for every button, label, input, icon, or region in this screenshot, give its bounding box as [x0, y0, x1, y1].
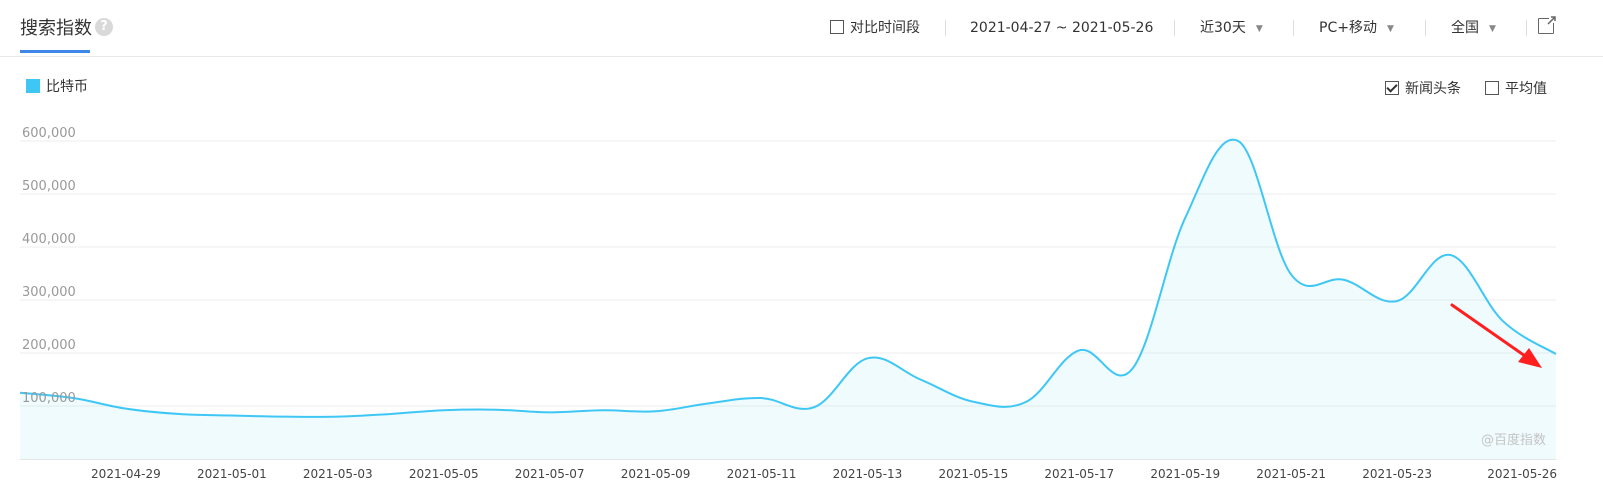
search-index-chart[interactable]: 100,000 200,000 300,000 400,000 500,000 600,0… — [0, 0, 1603, 499]
y-tick-label: 600,000 — [22, 126, 76, 141]
series-area — [20, 139, 1556, 459]
y-axis: 100,000 200,000 300,000 400,000 500,000 600,0… — [22, 126, 76, 406]
x-tick-label: 2021-05-11 — [727, 467, 797, 481]
x-tick-label: 2021-05-26 — [1487, 467, 1557, 481]
x-tick-label: 2021-05-19 — [1150, 467, 1220, 481]
x-tick-label: 2021-05-15 — [939, 467, 1009, 481]
y-tick-label: 100,000 — [22, 391, 76, 406]
x-tick-label: 2021-05-03 — [303, 467, 373, 481]
x-tick-label: 2021-05-21 — [1256, 467, 1326, 481]
x-tick-label: 2021-05-01 — [197, 467, 267, 481]
x-tick-label: 2021-05-07 — [515, 467, 585, 481]
x-tick-label: 2021-05-05 — [409, 467, 479, 481]
watermark: @百度指数 — [1481, 432, 1546, 448]
x-tick-label: 2021-05-09 — [621, 467, 691, 481]
y-tick-label: 200,000 — [22, 338, 76, 353]
x-tick-label: 2021-05-23 — [1362, 467, 1432, 481]
area-layer — [19, 138, 1557, 459]
x-tick-label: 2021-05-13 — [833, 467, 903, 481]
x-tick-label: 2021-04-29 — [91, 467, 161, 481]
y-tick-label: 400,000 — [22, 232, 76, 247]
x-axis: 2021-04-29 2021-05-01 2021-05-03 2021-05-05… — [20, 459, 1557, 481]
y-tick-label: 500,000 — [22, 179, 76, 194]
y-tick-label: 300,000 — [22, 285, 76, 300]
x-tick-label: 2021-05-17 — [1044, 467, 1114, 481]
